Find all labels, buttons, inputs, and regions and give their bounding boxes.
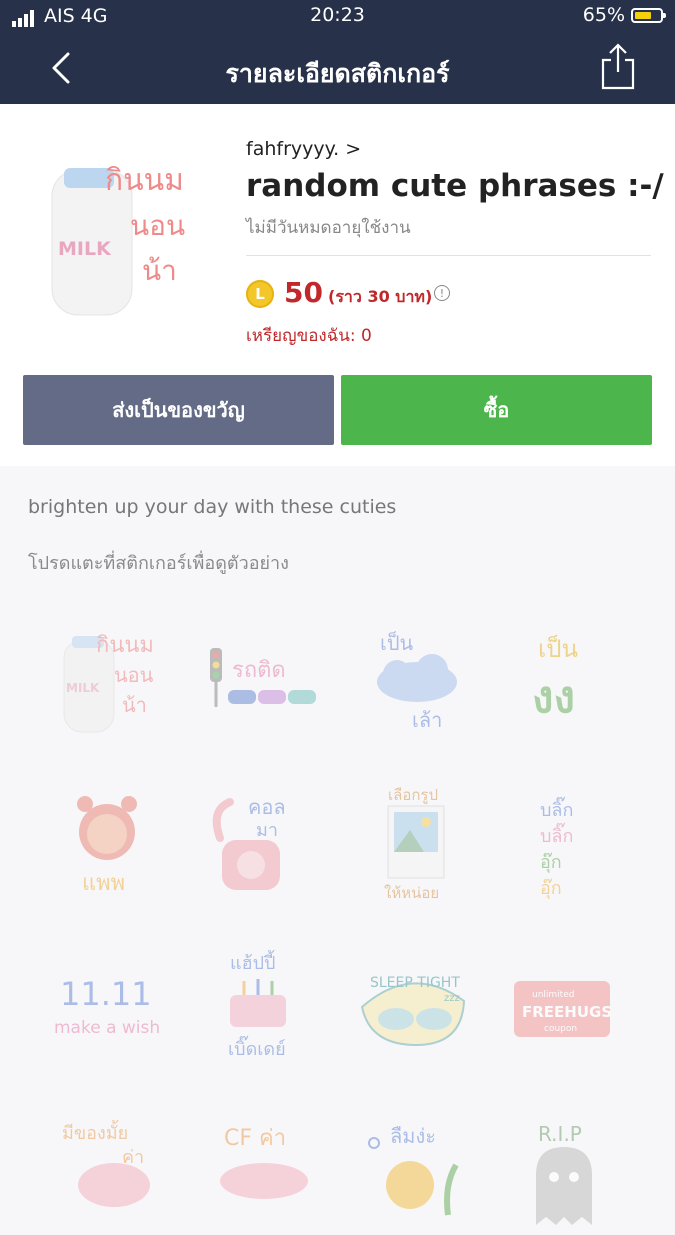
svg-text:R.I.P: R.I.P [538,1122,582,1146]
sticker-hugs[interactable]: unlimited FREEHUGS coupon [500,945,630,1075]
price-baht: (ราว 30 บาท) [328,287,433,306]
author-link[interactable]: fahfryyyy. > [246,138,361,160]
sticker-wish[interactable]: 11.11 make a wish [52,945,182,1075]
svg-text:แพพ: แพพ [82,871,125,896]
svg-text:unlimited: unlimited [532,990,574,1000]
svg-text:รถติด: รถติด [232,658,286,683]
status-bar: AIS 4G 20:23 65% [0,0,675,34]
send-gift-button[interactable]: ส่งเป็นของขวัญ [23,375,334,445]
battery-icon [631,7,666,23]
sticker-phone[interactable]: คอล มา [200,780,330,910]
svg-text:เบิ๊ดเดย์: เบิ๊ดเดย์ [228,1035,286,1060]
sticker-cake[interactable]: แฮ้ปปี้ เบิ๊ดเดย์ [200,945,330,1075]
page-title: รายละเอียดสติกเกอร์ [225,59,450,88]
svg-text:นอน: นอน [114,663,154,687]
pack-description: brighten up your day with these cuties [28,496,397,518]
svg-text:กินนม: กินนม [96,633,154,658]
svg-text:FREEHUGS: FREEHUGS [522,1003,612,1021]
svg-text:เป็น: เป็น [538,634,578,663]
sticker-cf[interactable]: CF ค่า [200,1105,330,1235]
svg-text:coupon: coupon [544,1024,577,1034]
sticker-jj[interactable]: เป็น งง [500,612,630,742]
svg-text:ลืมง่ะ: ลืมง่ะ [390,1124,436,1148]
pack-title: random cute phrases :-/ [246,168,664,204]
validity-text: ไม่มีวันหมดอายุใช้งาน [246,218,411,238]
line-coin-icon: L [246,280,274,308]
sticker-blink[interactable]: บลิ๊ก บลิ๊ก อุ๊ก อุ๊ก [500,780,630,910]
sticker-photo[interactable]: เลือกรูป ให้หน่อย [352,780,482,910]
sticker-pig[interactable]: มีของมั้ย ค่า [52,1105,182,1235]
svg-text:make a wish: make a wish [54,1018,160,1038]
preview-hint: โปรดแตะที่สติกเกอร์เพื่อดูตัวอย่าง [28,553,289,574]
svg-text:เลือกรูป: เลือกรูป [388,786,438,804]
svg-text:มา: มา [256,820,278,841]
sticker-milk[interactable]: MILK กินนม นอน น้า [52,612,182,742]
sticker-pack-thumbnail[interactable]: MILK กินนม นอน น้า [30,140,210,330]
thumb-text-2: นอน [130,209,185,242]
status-time: 20:23 [310,4,365,26]
buy-button[interactable]: ซื้อ [341,375,652,445]
svg-text:ให้หน่อย: ให้หน่อย [384,884,439,902]
sticker-alarm[interactable]: แพพ [52,780,182,910]
svg-text:อุ๊ก: อุ๊ก [540,852,562,873]
svg-text:น้า: น้า [122,693,147,717]
nav-bar: รายละเอียดสติกเกอร์ [0,34,675,104]
sticker-fish[interactable]: ลืมง่ะ [352,1105,482,1235]
my-coins: เหรียญของฉัน: 0 [246,326,372,346]
svg-text:เป็น: เป็น [380,630,414,655]
sticker-traffic[interactable]: รถติด [200,612,330,742]
svg-text:CF ค่า: CF ค่า [224,1126,286,1151]
svg-text:แฮ้ปปี้: แฮ้ปปี้ [230,950,275,974]
svg-text:11.11: 11.11 [60,975,152,1013]
share-icon[interactable] [599,42,637,90]
sticker-sleep[interactable]: SLEEP TIGHT zzz [352,945,482,1075]
svg-text:ค่า: ค่า [122,1147,144,1168]
top-bar: AIS 4G 20:23 65% รายละเอียดสติกเกอร์ [0,0,675,104]
svg-text:บลิ๊ก: บลิ๊ก [540,796,573,821]
info-icon[interactable]: ! [434,285,450,301]
thumb-milk-label: MILK [58,238,112,260]
thumb-text-3: น้า [142,254,177,287]
sticker-ghost[interactable]: R.I.P [500,1105,630,1235]
svg-text:คอล: คอล [248,795,286,819]
thumb-text-1: กินนม [105,163,184,198]
svg-text:MILK: MILK [66,681,100,695]
svg-text:บลิ๊ก: บลิ๊ก [540,822,573,847]
divider [246,255,651,256]
price-coins: 50 [284,276,323,309]
sticker-grid: MILK กินนม นอน น้า รถติด เป็น เล้า เป็น … [0,600,675,1225]
svg-text:SLEEP TIGHT: SLEEP TIGHT [370,975,460,991]
svg-text:มีของมั้ย: มีของมั้ย [62,1120,128,1144]
sticker-cloud[interactable]: เป็น เล้า [352,612,482,742]
svg-text:อุ๊ก: อุ๊ก [540,878,562,899]
svg-text:zzz: zzz [444,993,460,1004]
battery-percent: 65% [582,4,625,26]
sticker-pack-header: MILK กินนม นอน น้า fahfryyyy. > random c… [0,104,675,466]
svg-text:เล้า: เล้า [412,708,442,732]
svg-text:งง: งง [532,672,575,723]
